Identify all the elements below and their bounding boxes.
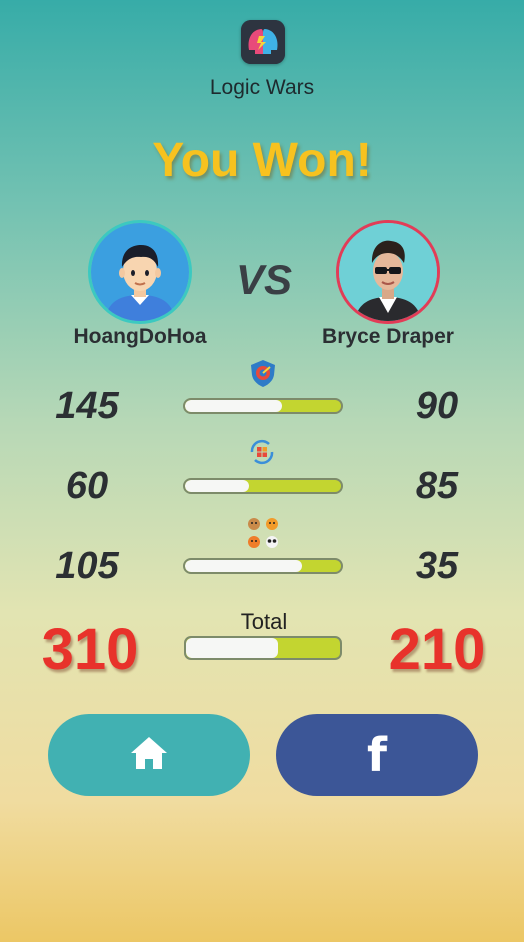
stat-2-right-score: 85 <box>415 465 459 507</box>
stat-3-bar-fill <box>185 560 302 572</box>
stat-3-right-score: 35 <box>415 545 459 587</box>
stat-1-bar <box>183 398 343 414</box>
animal-faces-icon <box>246 516 280 550</box>
home-button[interactable] <box>48 714 250 796</box>
stat-2-bar <box>183 478 343 494</box>
home-icon <box>129 735 169 776</box>
stat-1-left-score: 145 <box>55 385 119 427</box>
player-left-name: HoangDoHoa <box>73 325 207 348</box>
result-headline: You Won! <box>152 134 372 187</box>
total-bar <box>184 636 342 660</box>
facebook-icon: f <box>366 728 387 782</box>
stat-1-bar-fill <box>185 400 282 412</box>
rotate-grid-icon <box>247 437 277 467</box>
player-right-avatar <box>336 220 440 324</box>
stat-2-left-score: 60 <box>65 465 109 507</box>
player-left-avatar <box>88 220 192 324</box>
stat-3-left-score: 105 <box>55 545 119 587</box>
app-logo-icon <box>241 20 285 64</box>
stat-3-bar <box>183 558 343 574</box>
total-left-score: 310 <box>41 617 139 682</box>
player-right-name: Bryce Draper <box>322 325 454 348</box>
total-right-score: 210 <box>388 617 486 682</box>
app-title: Logic Wars <box>209 76 315 99</box>
stat-2-bar-fill <box>185 480 249 492</box>
total-label: Total <box>240 609 288 634</box>
facebook-share-button[interactable]: f <box>276 714 478 796</box>
stat-1-right-score: 90 <box>415 385 459 427</box>
versus-label: VS <box>235 256 293 303</box>
total-bar-fill <box>186 638 279 658</box>
shield-target-icon <box>248 358 278 388</box>
